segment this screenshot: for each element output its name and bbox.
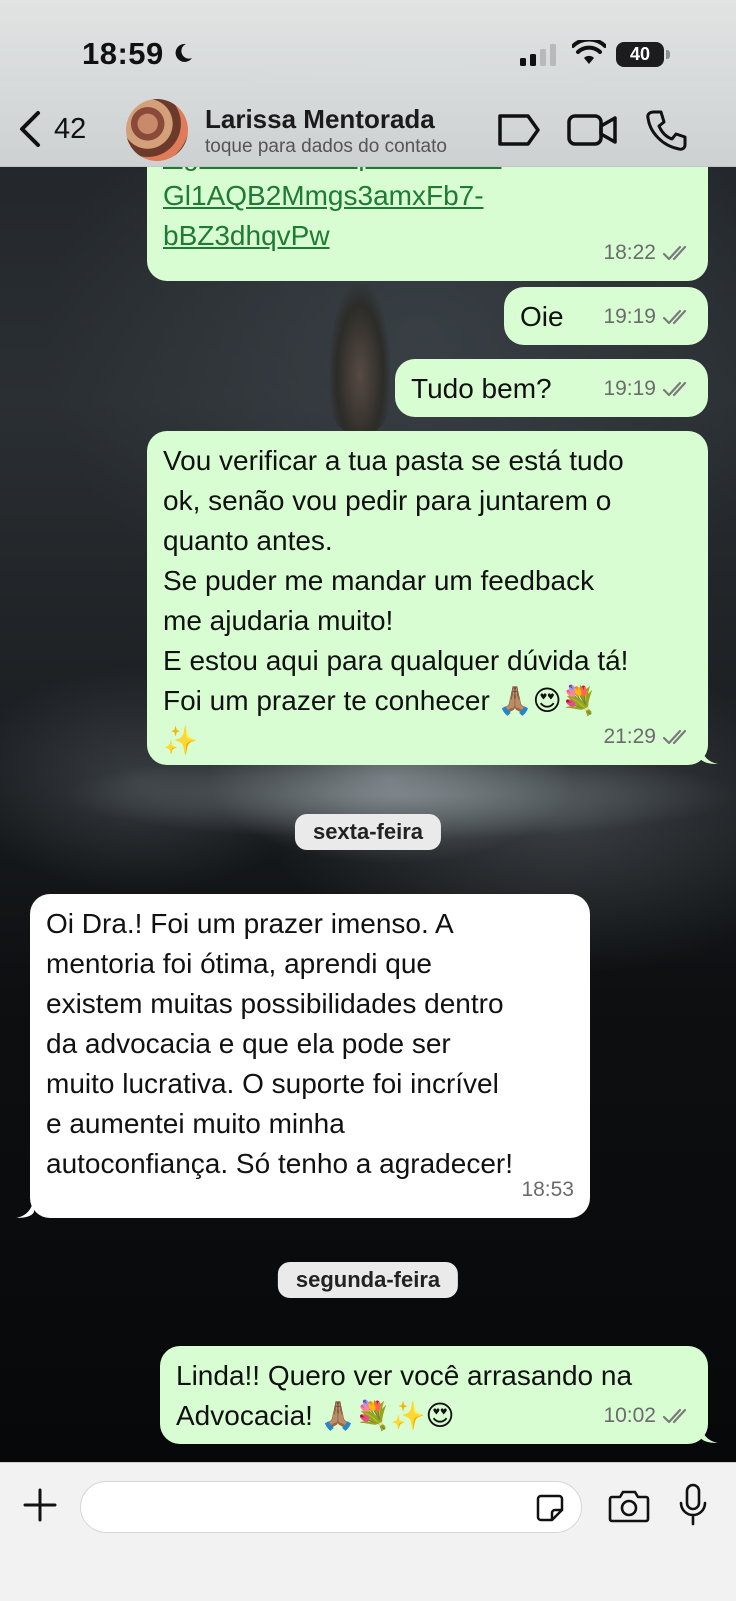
message-text: Tudo bem?: [411, 373, 552, 404]
plus-icon[interactable]: [22, 1487, 58, 1523]
unread-count: 42: [54, 112, 87, 145]
message-list[interactable]: signature=OKzqSIlicFbCJI- Gl1AQB2Mmgs3am…: [0, 166, 736, 1462]
link-line: signature=OKzqSIlicFbCJI-: [163, 166, 692, 176]
composer-bar: [0, 1462, 736, 1601]
cellular-signal-icon: [520, 44, 556, 66]
message-bubble-incoming[interactable]: Oi Dra.! Foi um prazer imenso. A mentori…: [30, 894, 590, 1218]
read-ticks-icon: [662, 381, 687, 397]
chevron-left-icon: [20, 111, 40, 147]
link-line: Gl1AQB2Mmgs3amxFb7-: [163, 180, 484, 211]
date-separator: segunda-feira: [277, 1262, 459, 1298]
wifi-icon: [572, 40, 606, 64]
message-line: Foi um prazer te conhecer 🙏🏽😍💐: [163, 685, 597, 716]
message-bubble-outgoing[interactable]: Tudo bem? 19:19: [395, 359, 708, 417]
read-ticks-icon: [662, 1408, 687, 1424]
battery-nub: [666, 50, 670, 59]
message-meta: 19:19: [603, 297, 692, 337]
message-meta: 18:22: [603, 233, 692, 273]
chat-header: 18:59 40 42 Larissa Mentorada toque para…: [0, 0, 736, 167]
message-line: Vou verificar a tua pasta se está tudo: [163, 445, 624, 476]
battery-indicator: 40: [616, 42, 664, 67]
message-bubble-outgoing[interactable]: Oie 19:19: [504, 287, 708, 345]
read-ticks-icon: [662, 729, 687, 745]
read-ticks-icon: [662, 309, 687, 325]
message-line: E estou aqui para qualquer dúvida tá!: [163, 645, 629, 676]
message-text: Oie: [520, 301, 564, 332]
status-bar: 18:59 40: [0, 0, 736, 100]
message-bubble-outgoing[interactable]: Linda!! Quero ver você arrasando na Advo…: [160, 1346, 708, 1444]
message-line: muito lucrativa. O suporte foi incrível: [46, 1068, 499, 1099]
back-button[interactable]: 42: [16, 104, 106, 154]
sticker-icon[interactable]: [535, 1493, 565, 1523]
message-line: mentoria foi ótima, aprendi que: [46, 948, 432, 979]
contact-name[interactable]: Larissa Mentorada: [205, 104, 435, 135]
message-meta: 18:53: [521, 1170, 574, 1210]
message-bubble-outgoing[interactable]: signature=OKzqSIlicFbCJI- Gl1AQB2Mmgs3am…: [147, 166, 708, 281]
message-time: 10:02: [603, 1404, 656, 1427]
message-line: quanto antes.: [163, 525, 333, 556]
bubble-tail: [700, 1423, 718, 1443]
message-bubble-outgoing[interactable]: Vou verificar a tua pasta se está tudo o…: [147, 431, 708, 765]
bubble-tail: [16, 1198, 34, 1218]
read-ticks-icon: [662, 245, 687, 261]
message-line: autoconfiança. Só tenho a agradecer!: [46, 1148, 514, 1179]
message-time: 19:19: [603, 305, 656, 328]
message-line: existem muitas possibilidades dentro: [46, 988, 504, 1019]
message-time: 18:53: [521, 1178, 574, 1201]
contact-subtitle[interactable]: toque para dados do contato: [205, 136, 447, 158]
message-meta: 19:19: [603, 369, 692, 409]
message-meta: 10:02: [603, 1396, 692, 1436]
message-line: ok, senão vou pedir para juntarem o: [163, 485, 612, 516]
message-meta: 21:29: [603, 717, 692, 757]
bubble-tail: [700, 744, 718, 764]
camera-icon[interactable]: [608, 1489, 650, 1523]
moon-icon: [175, 43, 192, 62]
message-input[interactable]: [80, 1481, 582, 1533]
status-time: 18:59: [82, 36, 164, 71]
voice-call-icon[interactable]: [644, 108, 688, 152]
message-line: da advocacia e que ela pode ser: [46, 1028, 451, 1059]
message-line: Oi Dra.! Foi um prazer imenso. A: [46, 908, 454, 939]
message-line: me ajudaria muito!: [163, 605, 394, 636]
battery-level: 40: [629, 44, 651, 64]
video-call-icon[interactable]: [566, 108, 618, 152]
message-time: 21:29: [603, 725, 656, 748]
label-tag-icon[interactable]: [496, 108, 542, 152]
message-line: Se puder me mandar um feedback: [163, 565, 595, 596]
avatar[interactable]: [126, 99, 188, 161]
message-line: Linda!! Quero ver você arrasando na: [176, 1360, 633, 1391]
microphone-icon[interactable]: [678, 1483, 708, 1527]
message-time: 19:19: [603, 377, 656, 400]
message-line: e aumentei muito minha: [46, 1108, 345, 1139]
message-time: 18:22: [603, 241, 656, 264]
date-separator: sexta-feira: [294, 814, 442, 850]
